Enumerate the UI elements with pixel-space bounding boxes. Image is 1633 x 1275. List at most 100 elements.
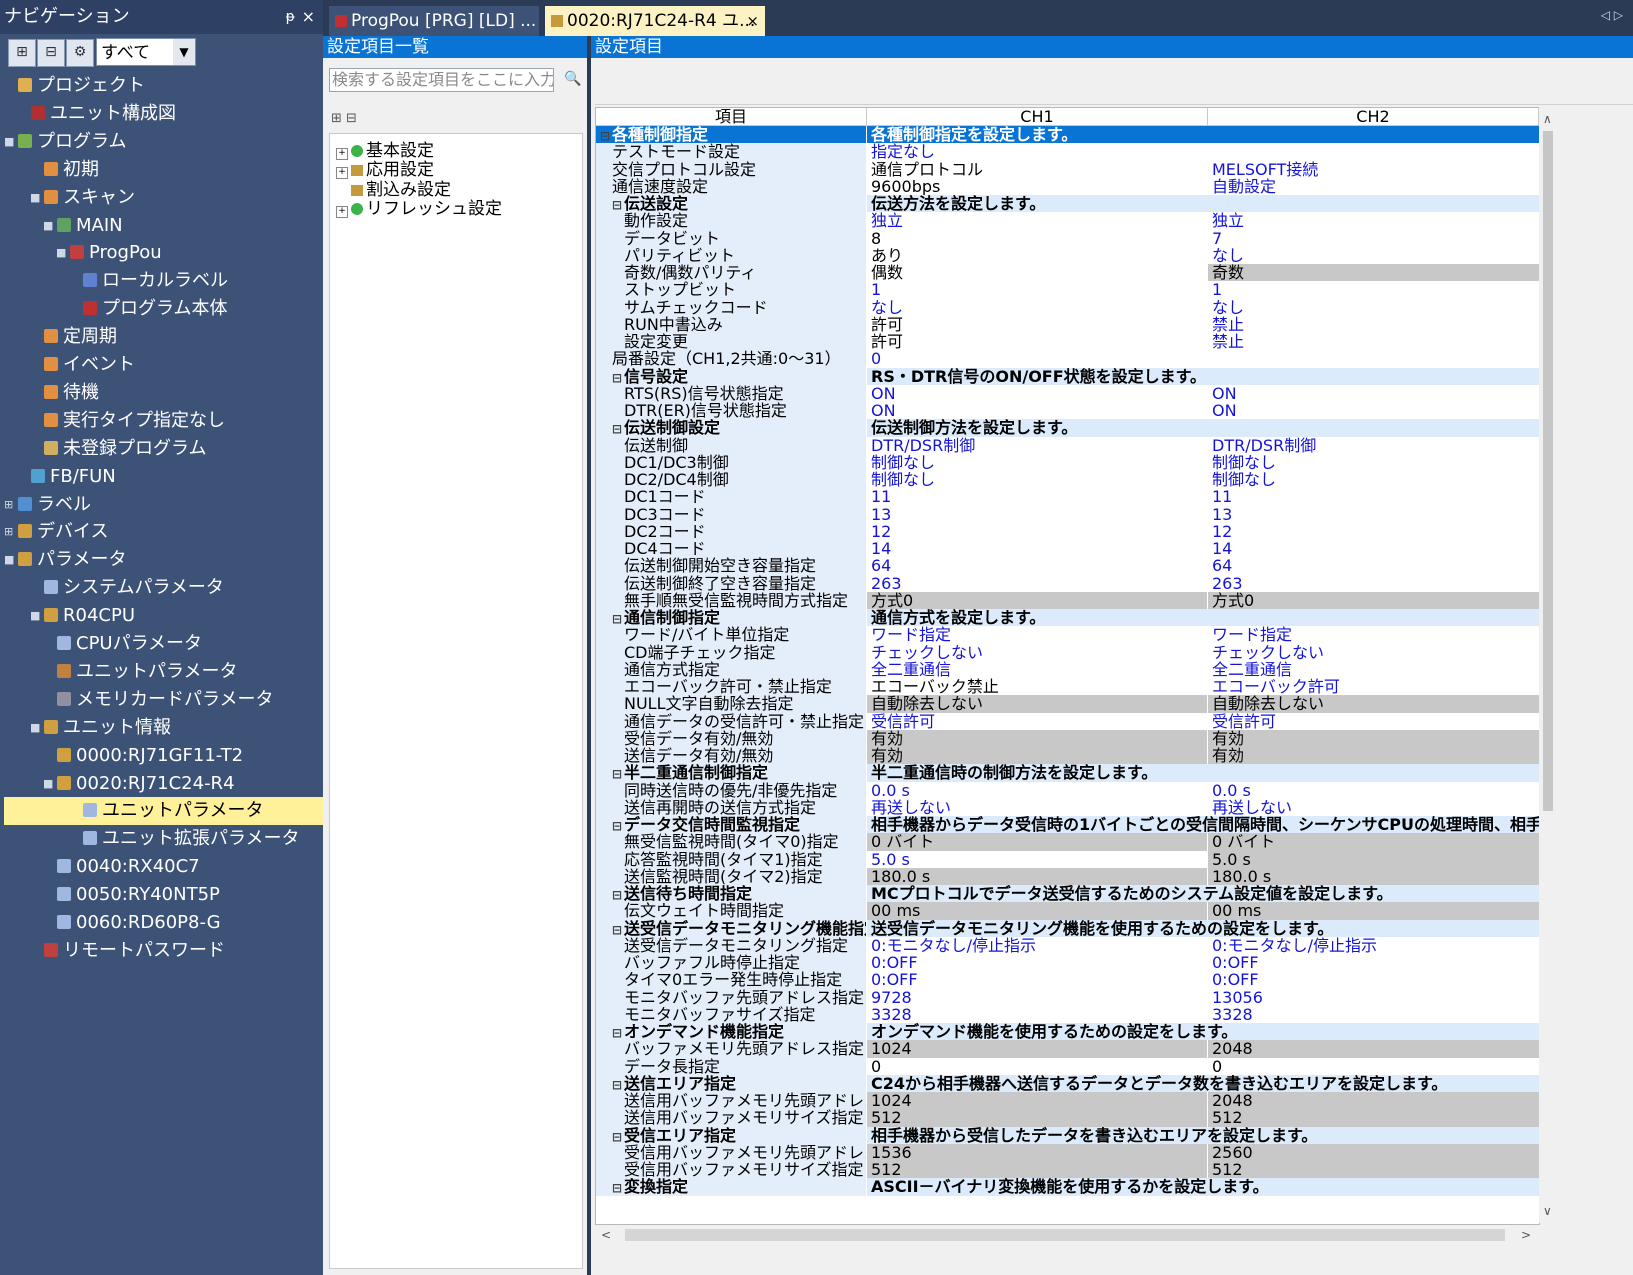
ch1-value-cell[interactable]: 14	[867, 540, 1207, 557]
nav-tree-item[interactable]: 0050:RY40NT5P	[0, 881, 220, 909]
ch1-value-cell[interactable]: 13	[867, 506, 1207, 523]
ch1-value-cell[interactable]: 有効	[867, 747, 1207, 765]
scroll-down-icon[interactable]: ∨	[1543, 1204, 1552, 1218]
ch1-value-cell[interactable]: 指定なし	[867, 143, 1207, 160]
grid-row[interactable]: バッファメモリ先頭アドレス指定 1024 2048	[596, 1040, 1539, 1058]
ch2-value-cell[interactable]: 263	[1208, 575, 1539, 592]
pin-icon[interactable]: ᵽ	[286, 0, 295, 34]
grid-group-row[interactable]: ⊟ オンデマンド機能指定 オンデマンド機能を使用するための設定をします。	[596, 1023, 1539, 1041]
ch2-value-cell[interactable]: 0:モニタなし/停止指示	[1208, 937, 1539, 954]
ch1-value-cell[interactable]: チェックしない	[867, 644, 1207, 661]
grid-row[interactable]: 受信用バッファメモリ先頭アドレス指定15362560	[596, 1143, 1539, 1161]
grid-row[interactable]: DC4コード 14 14	[596, 540, 1539, 558]
nav-tree-item[interactable]: 初期	[0, 156, 99, 184]
collapse-toggle-icon[interactable]: ⊟	[612, 1077, 624, 1092]
expand-toggle-icon[interactable]: ■	[43, 212, 53, 240]
ch1-value-cell[interactable]: 9728	[867, 989, 1207, 1006]
ch1-value-cell[interactable]: 5.0 s	[867, 851, 1207, 868]
ch1-value-cell[interactable]: 12	[867, 523, 1207, 540]
collapse-toggle-icon[interactable]: ⊟	[612, 1129, 624, 1144]
nav-tree-item[interactable]: ユニット構成図	[0, 100, 176, 128]
expand-toggle-icon[interactable]: +	[336, 205, 348, 218]
tab-progpou[interactable]: ProgPou [PRG] [LD] ...	[329, 6, 539, 36]
nav-tree-item[interactable]: メモリカードパラメータ	[0, 686, 273, 714]
nav-tree-item[interactable]: 0060:RD60P8-G	[0, 909, 221, 937]
expand-toggle-icon[interactable]: ⊞	[4, 518, 14, 546]
ch2-value-cell[interactable]: 0 バイト	[1208, 833, 1539, 851]
ch2-value-cell[interactable]: 2048	[1208, 1092, 1539, 1110]
grid-group-row[interactable]: ⊟ 信号設定 RS・DTR信号のON/OFF状態を設定します。	[596, 367, 1539, 385]
ch2-value-cell[interactable]: 13	[1208, 506, 1539, 523]
setting-category-item[interactable]: + リフレッシュ設定	[336, 199, 502, 219]
ch2-value-cell[interactable]: 0	[1208, 1058, 1539, 1075]
nav-tree-item[interactable]: プログラム本体	[0, 295, 227, 323]
collapse-toggle-icon[interactable]: ⊟	[612, 421, 624, 436]
nav-tree-item[interactable]: ローカルラベル	[0, 267, 228, 295]
search-input[interactable]: 検索する設定項目をここに入力	[329, 68, 554, 92]
ch1-value-cell[interactable]: 制御なし	[867, 454, 1207, 471]
ch1-value-cell[interactable]: 0.0 s	[867, 782, 1207, 799]
grid-group-row[interactable]: ⊟ 半二重通信制御指定 半二重通信時の制御方法を設定します。	[596, 764, 1539, 782]
ch1-value-cell[interactable]: DTR/DSR制御	[867, 437, 1207, 454]
expand-toggle-icon[interactable]: ■	[56, 239, 66, 267]
ch1-value-cell[interactable]: 0:OFF	[867, 971, 1207, 988]
grid-row[interactable]: RUN中書込み 許可 禁止	[596, 315, 1539, 333]
ch1-value-cell[interactable]: 512	[867, 1109, 1207, 1127]
collapse-toggle-icon[interactable]: ⊟	[612, 766, 624, 781]
ch1-value-cell[interactable]: 1	[867, 281, 1207, 298]
grid-row[interactable]: モニタバッファ先頭アドレス指定 9728 13056	[596, 988, 1539, 1006]
ch2-value-cell[interactable]: 奇数	[1208, 264, 1539, 282]
grid-row[interactable]: RTS(RS)信号状態指定 ON ON	[596, 384, 1539, 402]
ch1-value-cell[interactable]: 0 バイト	[867, 833, 1207, 851]
grid-row[interactable]: 通信速度設定 9600bps 自動設定	[596, 177, 1539, 195]
ch2-value-cell[interactable]: 0.0 s	[1208, 782, 1539, 799]
list-tools[interactable]: ⊞ ⊟	[331, 111, 357, 126]
ch1-value-cell[interactable]: 制御なし	[867, 471, 1207, 488]
collapse-toggle-icon[interactable]: ⊟	[612, 887, 624, 902]
collapse-toggle-icon[interactable]: ⊟	[612, 197, 624, 212]
ch2-value-cell[interactable]: 再送しない	[1208, 799, 1539, 816]
ch1-value-cell[interactable]: 1024	[867, 1040, 1207, 1058]
grid-row[interactable]: 送信用バッファメモリ先頭アドレス指定10242048	[596, 1092, 1539, 1110]
ch1-value-cell[interactable]: 0:モニタなし/停止指示	[867, 937, 1207, 954]
ch2-value-cell[interactable]: 5.0 s	[1208, 850, 1539, 868]
ch1-value-cell[interactable]: 1536	[867, 1143, 1207, 1161]
grid-group-row[interactable]: ⊟ 各種制御指定 各種制御指定を設定します。	[596, 126, 1539, 144]
ch1-value-cell[interactable]: 0:OFF	[867, 954, 1207, 971]
ch1-value-cell[interactable]: 全二重通信	[867, 661, 1207, 678]
ch2-value-cell[interactable]: 512	[1208, 1109, 1539, 1127]
expand-toggle-icon[interactable]: ■	[4, 546, 14, 574]
ch2-value-cell[interactable]: 独立	[1208, 212, 1539, 229]
chevron-down-icon[interactable]: ▼	[173, 39, 195, 65]
expand-toggle-icon[interactable]: ■	[4, 128, 14, 156]
ch2-value-cell[interactable]: 受信許可	[1208, 713, 1539, 730]
ch1-value-cell[interactable]: 偶数	[867, 264, 1207, 281]
grid-row[interactable]: DC3コード 13 13	[596, 505, 1539, 523]
setting-category-item[interactable]: + 基本設定	[336, 142, 434, 161]
grid-row[interactable]: データビット 8 7	[596, 229, 1539, 247]
ch1-value-cell[interactable]: ON	[867, 402, 1207, 419]
ch2-value-cell[interactable]: 13056	[1208, 989, 1539, 1006]
grid-group-row[interactable]: ⊟ 伝送制御設定 伝送制御方法を設定します。	[596, 419, 1539, 437]
ch2-value-cell[interactable]: 有効	[1208, 747, 1539, 765]
grid-row[interactable]: 奇数/偶数パリティ 偶数 奇数	[596, 264, 1539, 282]
ch2-value-cell[interactable]: ON	[1208, 385, 1539, 402]
ch2-value-cell[interactable]: ON	[1208, 402, 1539, 419]
ch1-value-cell[interactable]: 許可	[867, 333, 1207, 350]
ch2-value-cell[interactable]: 3328	[1208, 1006, 1539, 1023]
nav-tree-item[interactable]: 実行タイプ指定なし	[0, 407, 225, 435]
grid-group-row[interactable]: ⊟ 送信待ち時間指定 MCプロトコルでデータ送受信するためのシステム設定値を設定しま…	[596, 885, 1539, 903]
grid-row[interactable]: 伝文ウェイト時間指定 00 ms 00 ms	[596, 902, 1539, 920]
grid-row[interactable]: ワード/バイト単位指定 ワード指定 ワード指定	[596, 626, 1539, 644]
ch1-value-cell[interactable]: 3328	[867, 1006, 1207, 1023]
ch2-value-cell[interactable]: なし	[1208, 247, 1539, 264]
nav-tree-item[interactable]: ⊞ デバイス	[0, 518, 108, 546]
ch1-value-cell[interactable]: 512	[867, 1161, 1207, 1179]
ch2-value-cell[interactable]: 禁止	[1208, 316, 1539, 333]
ch2-value-cell[interactable]	[1208, 143, 1539, 160]
gear-icon[interactable]: ⚙	[66, 39, 94, 67]
nav-tree-item[interactable]: ユニット拡張パラメータ	[0, 825, 299, 853]
ch2-value-cell[interactable]: 180.0 s	[1208, 867, 1539, 885]
grid-row[interactable]: 通信データの受信許可・禁止指定 受信許可 受信許可	[596, 712, 1539, 730]
ch2-value-cell[interactable]: 12	[1208, 523, 1539, 540]
